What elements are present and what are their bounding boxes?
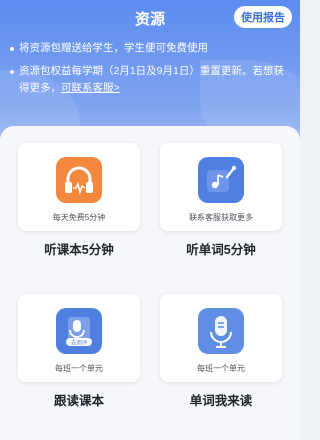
resource-card-read-words[interactable]: 每班一个单元 [160,294,282,382]
card-label[interactable]: 听单词5分钟 [160,239,282,258]
notice-text: 资源包权益每学期（2月1日及9月1日）重置更新。若想获得更多， [19,65,284,94]
notice-item: 资源包权益每学期（2月1日及9月1日）重置更新。若想获得更多，可联系客服> [10,63,292,97]
notice-list: 将资源包赠送给学生，学生便可免费使用 资源包权益每学期（2月1日及9月1日）重置… [10,40,292,103]
read-along-book-icon: 去测评 [56,308,102,354]
card-caption: 联系客服获取更多 [189,213,253,222]
card-label[interactable]: 单词我来读 [160,390,282,409]
card-caption: 每天免费5分钟 [52,213,106,222]
usage-report-button[interactable]: 使用报告 [234,6,292,28]
bullet-icon [10,47,14,51]
notice-item: 将资源包赠送给学生，学生便可免费使用 [10,40,292,57]
notice-text: 将资源包赠送给学生，学生便可免费使用 [19,42,208,54]
card-caption: 每班一个单元 [197,364,245,373]
resource-card-read-along[interactable]: 去测评 每班一个单元 [18,294,140,382]
card-caption: 每班一个单元 [55,364,103,373]
music-note-icon [198,157,244,203]
card-label[interactable]: 听课本5分钟 [18,239,140,258]
headphones-icon [56,157,102,203]
bullet-icon [10,70,14,74]
resource-card-listen-textbook[interactable]: 每天免费5分钟 [18,143,140,231]
card-label[interactable]: 跟读课本 [18,390,140,409]
contact-service-link[interactable]: 可联系客服> [61,82,120,94]
resource-card-listen-words[interactable]: 联系客服获取更多 [160,143,282,231]
badge-text: 去测评 [71,338,88,346]
microphone-icon [198,308,244,354]
resource-panel: 每天免费5分钟 听课本5分钟 联系客服获取更多 听单词5分钟 去测评 每班一个单… [0,126,300,440]
